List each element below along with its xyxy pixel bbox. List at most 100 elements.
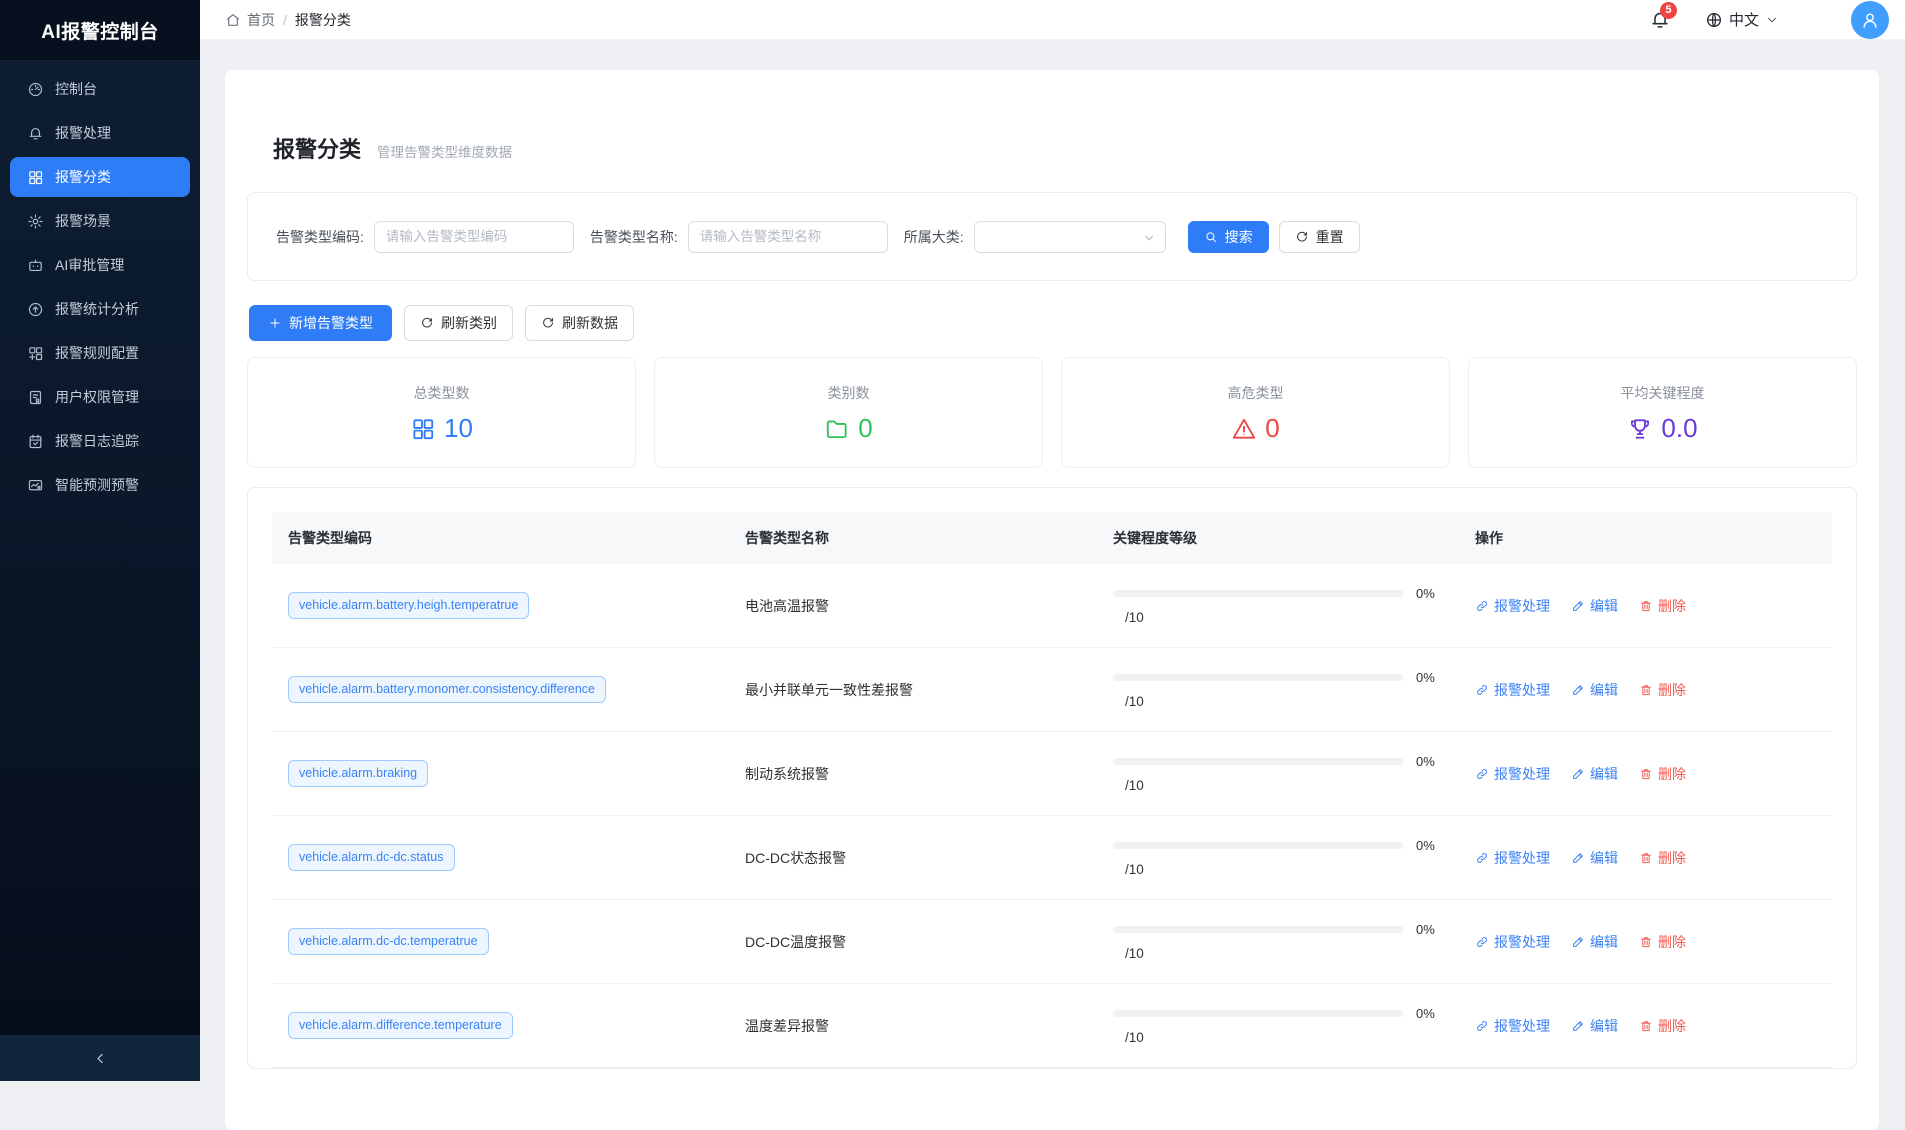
delete-link[interactable]: 删除 (1639, 680, 1686, 700)
search-button[interactable]: 搜索 (1188, 221, 1269, 253)
criticality-scale: /10 (1113, 946, 1459, 961)
delete-link[interactable]: 删除 (1639, 932, 1686, 952)
table-row: vehicle.alarm.dc-dc.status DC-DC状态报警 0% … (272, 816, 1832, 900)
criticality-scale: /10 (1113, 1030, 1459, 1045)
trash-icon (1639, 1019, 1653, 1033)
code-filter-input[interactable] (374, 221, 574, 253)
filter-panel: 告警类型编码: 告警类型名称: 所属大类: 搜索 重置 (247, 192, 1857, 281)
user-avatar[interactable] (1851, 1, 1889, 39)
gear-icon (27, 213, 44, 230)
stat-value: 0 (858, 413, 872, 444)
delete-label: 删除 (1658, 932, 1686, 952)
edit-link[interactable]: 编辑 (1571, 932, 1618, 952)
edit-link[interactable]: 编辑 (1571, 680, 1618, 700)
folder-icon (824, 416, 850, 442)
rules-icon (27, 345, 44, 362)
sidebar-item-label: 报警场景 (55, 211, 111, 231)
delete-link[interactable]: 删除 (1639, 1016, 1686, 1036)
globe-icon (1705, 11, 1723, 29)
criticality-scale: /10 (1113, 610, 1459, 625)
alarm-code-badge: vehicle.alarm.battery.monomer.consistenc… (288, 676, 606, 703)
notification-button[interactable]: 5 (1649, 9, 1671, 31)
category-filter-label: 所属大类: (904, 227, 964, 247)
delete-label: 删除 (1658, 680, 1686, 700)
breadcrumb-home-link[interactable]: 首页 (225, 10, 275, 30)
edit-icon (1571, 1019, 1585, 1033)
criticality-progress-bar (1113, 674, 1403, 681)
add-alarm-type-button[interactable]: 新增告警类型 (249, 305, 392, 341)
name-filter-input[interactable] (688, 221, 888, 253)
chevron-down-icon (1142, 231, 1156, 245)
edit-link[interactable]: 编辑 (1571, 848, 1618, 868)
table-row: vehicle.alarm.battery.heigh.temperatrue … (272, 564, 1832, 648)
handle-alarm-link[interactable]: 报警处理 (1475, 680, 1550, 700)
criticality-progress-bar (1113, 590, 1403, 597)
refresh-category-button[interactable]: 刷新类别 (404, 305, 513, 341)
category-select[interactable] (974, 221, 1166, 253)
breadcrumb-current: 报警分类 (295, 10, 351, 30)
edit-link[interactable]: 编辑 (1571, 764, 1618, 784)
table-row: vehicle.alarm.battery.monomer.consistenc… (272, 648, 1832, 732)
trash-icon (1639, 851, 1653, 865)
delete-link[interactable]: 删除 (1639, 596, 1686, 616)
stat-card-1: 类别数 0 (654, 357, 1043, 468)
sidebar-item-8[interactable]: 报警日志追踪 (10, 421, 190, 461)
home-icon (225, 12, 241, 28)
handle-alarm-link[interactable]: 报警处理 (1475, 1016, 1550, 1036)
handle-alarm-link[interactable]: 报警处理 (1475, 764, 1550, 784)
handle-alarm-link[interactable]: 报警处理 (1475, 848, 1550, 868)
link-icon (1475, 1019, 1489, 1033)
stat-title: 总类型数 (414, 383, 470, 403)
criticality-progress-bar (1113, 926, 1403, 933)
chevron-left-icon (93, 1051, 108, 1066)
alarm-code-badge: vehicle.alarm.dc-dc.status (288, 844, 455, 871)
grid-icon (410, 416, 436, 442)
sidebar-collapse-button[interactable] (0, 1035, 200, 1081)
sidebar-item-2[interactable]: 报警分类 (10, 157, 190, 197)
delete-label: 删除 (1658, 764, 1686, 784)
search-icon (1204, 230, 1218, 244)
trash-icon (1639, 683, 1653, 697)
stats-cards: 总类型数 10 类别数 0 高危类型 0 平均关键程度 0.0 (247, 357, 1857, 468)
refresh-icon (1295, 230, 1309, 244)
dashboard-icon (27, 81, 44, 98)
refresh-data-button[interactable]: 刷新数据 (525, 305, 634, 341)
criticality-scale: /10 (1113, 862, 1459, 877)
edit-label: 编辑 (1590, 680, 1618, 700)
sidebar-item-3[interactable]: 报警场景 (10, 201, 190, 241)
edit-label: 编辑 (1590, 932, 1618, 952)
upload-icon (27, 301, 44, 318)
sidebar-item-0[interactable]: 控制台 (10, 69, 190, 109)
criticality-scale: /10 (1113, 778, 1459, 793)
sidebar-item-4[interactable]: AI审批管理 (10, 245, 190, 285)
table-body: vehicle.alarm.battery.heigh.temperatrue … (272, 564, 1832, 1068)
sidebar-item-9[interactable]: 智能预测预警 (10, 465, 190, 505)
reset-button[interactable]: 重置 (1279, 221, 1360, 253)
link-icon (1475, 935, 1489, 949)
sidebar-item-5[interactable]: 报警统计分析 (10, 289, 190, 329)
alarm-name: DC-DC温度报警 (729, 932, 1097, 952)
stat-title: 类别数 (828, 383, 870, 403)
alarm-code-badge: vehicle.alarm.difference.temperature (288, 1012, 513, 1039)
handle-alarm-link[interactable]: 报警处理 (1475, 596, 1550, 616)
edit-label: 编辑 (1590, 848, 1618, 868)
edit-link[interactable]: 编辑 (1571, 596, 1618, 616)
sidebar-item-label: 报警处理 (55, 123, 111, 143)
alarm-type-table: 告警类型编码 告警类型名称 关键程度等级 操作 vehicle.alarm.ba… (247, 487, 1857, 1069)
handle-alarm-link[interactable]: 报警处理 (1475, 932, 1550, 952)
name-filter-label: 告警类型名称: (590, 227, 678, 247)
header-level: 关键程度等级 (1097, 528, 1459, 548)
delete-link[interactable]: 删除 (1639, 848, 1686, 868)
sidebar-item-7[interactable]: 用户权限管理 (10, 377, 190, 417)
sidebar-item-label: 报警日志追踪 (55, 431, 139, 451)
sidebar-item-1[interactable]: 报警处理 (10, 113, 190, 153)
stat-value: 0.0 (1661, 413, 1697, 444)
delete-link[interactable]: 删除 (1639, 764, 1686, 784)
table-row: vehicle.alarm.dc-dc.temperatrue DC-DC温度报… (272, 900, 1832, 984)
sidebar-item-6[interactable]: 报警规则配置 (10, 333, 190, 373)
table-row: vehicle.alarm.braking 制动系统报警 0% /10 报警处理… (272, 732, 1832, 816)
language-selector[interactable]: 中文 (1705, 9, 1779, 30)
edit-link[interactable]: 编辑 (1571, 1016, 1618, 1036)
criticality-progress-bar (1113, 1010, 1403, 1017)
bell-icon (27, 125, 44, 142)
